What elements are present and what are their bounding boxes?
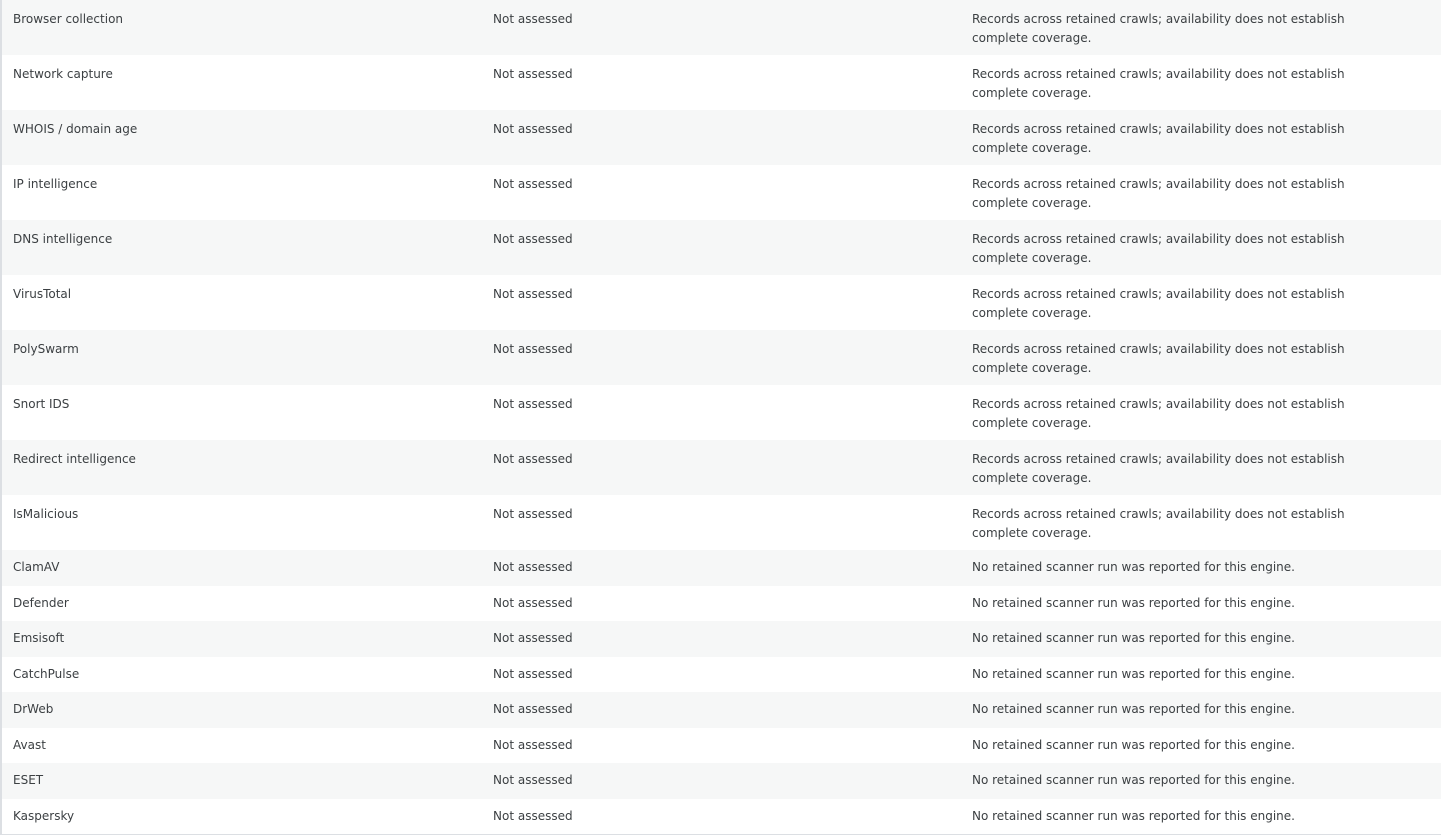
coverage-note: No retained scanner run was reported for… <box>972 595 1295 610</box>
table-row: IsMalicious Not assessed Records across … <box>2 495 1441 550</box>
coverage-note: Records across retained crawls; availabi… <box>972 342 1345 375</box>
table-row: ESET Not assessed No retained scanner ru… <box>2 763 1441 799</box>
source-name: PolySwarm <box>13 342 79 356</box>
coverage-note: No retained scanner run was reported for… <box>972 560 1295 574</box>
table-row: Emsisoft Not assessed No retained scanne… <box>2 621 1441 657</box>
coverage-note: Records across retained crawls; availabi… <box>972 12 1345 45</box>
assessment-status: Not assessed <box>493 631 573 645</box>
source-name: ClamAV <box>13 560 60 574</box>
source-name: DNS intelligence <box>13 232 113 246</box>
table-row: Defender Not assessed No retained scanne… <box>2 585 1441 621</box>
coverage-note: Records across retained crawls; availabi… <box>972 452 1345 485</box>
assessment-status: Not assessed <box>493 507 573 521</box>
assessment-status: Not assessed <box>493 232 573 246</box>
source-name: WHOIS / domain age <box>13 122 138 136</box>
source-name: Avast <box>13 737 46 752</box>
source-name: IsMalicious <box>13 507 79 521</box>
coverage-note: Records across retained crawls; availabi… <box>972 67 1345 100</box>
coverage-note: Records across retained crawls; availabi… <box>972 507 1345 540</box>
assessment-status: Not assessed <box>493 342 573 356</box>
coverage-table: Browser collection Not assessed Records … <box>0 0 1441 835</box>
table-row: Browser collection Not assessed Records … <box>2 0 1441 55</box>
table-row: Snort IDS Not assessed Records across re… <box>2 385 1441 440</box>
coverage-note: Records across retained crawls; availabi… <box>972 177 1345 210</box>
coverage-note: No retained scanner run was reported for… <box>972 808 1295 823</box>
table-row: Kaspersky Not assessed No retained scann… <box>2 798 1441 834</box>
table-row: CatchPulse Not assessed No retained scan… <box>2 656 1441 692</box>
source-name: ESET <box>13 773 44 787</box>
assessment-status: Not assessed <box>493 702 573 716</box>
assessment-status: Not assessed <box>493 287 573 301</box>
assessment-status: Not assessed <box>493 666 573 681</box>
assessment-status: Not assessed <box>493 12 573 26</box>
table-row: Avast Not assessed No retained scanner r… <box>2 727 1441 763</box>
assessment-status: Not assessed <box>493 397 573 411</box>
table-row: PolySwarm Not assessed Records across re… <box>2 330 1441 385</box>
table-row: ClamAV Not assessed No retained scanner … <box>2 550 1441 586</box>
table-row: Redirect intelligence Not assessed Recor… <box>2 440 1441 495</box>
source-name: IP intelligence <box>13 177 98 191</box>
source-name: Network capture <box>13 67 113 81</box>
source-name: Snort IDS <box>13 397 70 411</box>
source-name: DrWeb <box>13 702 54 716</box>
source-name: Browser collection <box>13 12 124 26</box>
coverage-note: No retained scanner run was reported for… <box>972 773 1295 787</box>
table-row: IP intelligence Not assessed Records acr… <box>2 165 1441 220</box>
assessment-status: Not assessed <box>493 773 573 787</box>
coverage-note: Records across retained crawls; availabi… <box>972 232 1345 265</box>
assessment-status: Not assessed <box>493 560 573 574</box>
coverage-note: Records across retained crawls; availabi… <box>972 287 1345 320</box>
source-name: Emsisoft <box>13 631 65 645</box>
table-row: DrWeb Not assessed No retained scanner r… <box>2 692 1441 728</box>
assessment-status: Not assessed <box>493 595 573 610</box>
assessment-status: Not assessed <box>493 122 573 136</box>
coverage-note: No retained scanner run was reported for… <box>972 702 1295 716</box>
assessment-status: Not assessed <box>493 177 573 191</box>
source-name: Defender <box>13 595 69 610</box>
source-name: Kaspersky <box>13 808 75 823</box>
assessment-status: Not assessed <box>493 808 573 823</box>
source-name: VirusTotal <box>13 287 72 301</box>
coverage-note: Records across retained crawls; availabi… <box>972 122 1345 155</box>
coverage-note: No retained scanner run was reported for… <box>972 737 1295 752</box>
assessment-status: Not assessed <box>493 67 573 81</box>
assessment-status: Not assessed <box>493 452 573 466</box>
table-row: VirusTotal Not assessed Records across r… <box>2 275 1441 330</box>
source-name: Redirect intelligence <box>13 452 136 466</box>
coverage-note: Records across retained crawls; availabi… <box>972 397 1345 430</box>
coverage-note: No retained scanner run was reported for… <box>972 666 1295 681</box>
table-row: WHOIS / domain age Not assessed Records … <box>2 110 1441 165</box>
coverage-note: No retained scanner run was reported for… <box>972 631 1295 645</box>
table-row: Network capture Not assessed Records acr… <box>2 55 1441 110</box>
assessment-status: Not assessed <box>493 737 573 752</box>
table-row: DNS intelligence Not assessed Records ac… <box>2 220 1441 275</box>
source-name: CatchPulse <box>13 666 80 681</box>
